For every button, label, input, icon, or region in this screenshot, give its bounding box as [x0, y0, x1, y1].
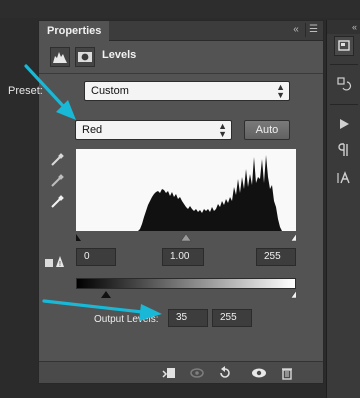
layer-mask-icon[interactable] — [75, 47, 95, 67]
histogram-graph — [76, 149, 296, 231]
visibility-eye-icon[interactable] — [251, 365, 267, 381]
output-levels-slider[interactable] — [76, 289, 296, 299]
output-levels-label: Output Levels: — [94, 314, 159, 325]
gray-point-eyedropper-icon[interactable] — [49, 173, 65, 189]
levels-title-row: Levels — [39, 45, 323, 69]
panel-footer — [39, 361, 323, 383]
input-white-slider-handle — [290, 233, 296, 242]
header-controls: « ☰ — [289, 23, 321, 37]
input-black-field[interactable]: 0 — [76, 248, 116, 266]
collapse-icon[interactable]: « — [289, 23, 303, 37]
strip-collapse-icon[interactable]: « — [327, 20, 360, 34]
output-gradient-bar — [76, 278, 296, 289]
divider — [39, 73, 323, 74]
levels-adjustment-icon — [50, 47, 70, 67]
output-white-field[interactable]: 255 — [212, 309, 252, 327]
input-white-field[interactable]: 255 — [256, 248, 296, 266]
output-white-slider-handle — [290, 290, 296, 299]
output-black-field[interactable]: 35 — [168, 309, 208, 327]
right-tool-strip: « — [326, 20, 360, 398]
play-actions-icon[interactable] — [334, 116, 354, 136]
input-gamma-slider-handle — [180, 233, 192, 242]
input-levels-slider[interactable] — [76, 232, 296, 242]
paragraph-icon[interactable] — [334, 142, 354, 162]
clip-to-layer-icon[interactable] — [161, 365, 177, 381]
panel-title: Levels — [102, 49, 137, 61]
black-point-eyedropper-icon[interactable] — [49, 152, 65, 168]
white-point-eyedropper-icon[interactable] — [49, 194, 65, 210]
top-dark-bar — [0, 0, 360, 18]
history-icon[interactable] — [334, 76, 354, 96]
input-black-slider-handle — [76, 234, 81, 241]
reset-icon[interactable] — [217, 365, 233, 381]
tab-properties[interactable]: Properties — [39, 21, 110, 41]
adjustments-3d-icon[interactable] — [334, 36, 354, 56]
strip-divider — [330, 64, 358, 65]
dropdown-arrows-icon: ▲ ▼ — [218, 121, 227, 139]
channel-value: Red — [82, 124, 103, 136]
view-previous-state-icon[interactable] — [189, 365, 205, 381]
channel-dropdown[interactable]: Red ▲ ▼ — [75, 120, 232, 140]
trash-icon[interactable] — [279, 365, 295, 381]
strip-divider — [330, 104, 358, 105]
input-gamma-field[interactable]: 1.00 — [162, 248, 204, 266]
levels-histogram — [76, 149, 296, 231]
panel-header: Properties « ☰ — [39, 21, 323, 41]
panel-menu-icon[interactable]: ☰ — [305, 23, 321, 37]
output-black-slider-handle — [101, 291, 111, 298]
svg-text:!: ! — [59, 261, 61, 268]
preset-label: Preset: — [8, 85, 43, 97]
preset-value: Custom — [91, 85, 129, 97]
dropdown-arrows-icon: ▲ ▼ — [276, 82, 285, 100]
character-icon[interactable] — [334, 170, 354, 190]
auto-button[interactable]: Auto — [244, 120, 290, 140]
clipping-warning-icon[interactable]: ! — [44, 253, 66, 269]
preset-dropdown[interactable]: Custom ▲ ▼ — [84, 81, 290, 101]
